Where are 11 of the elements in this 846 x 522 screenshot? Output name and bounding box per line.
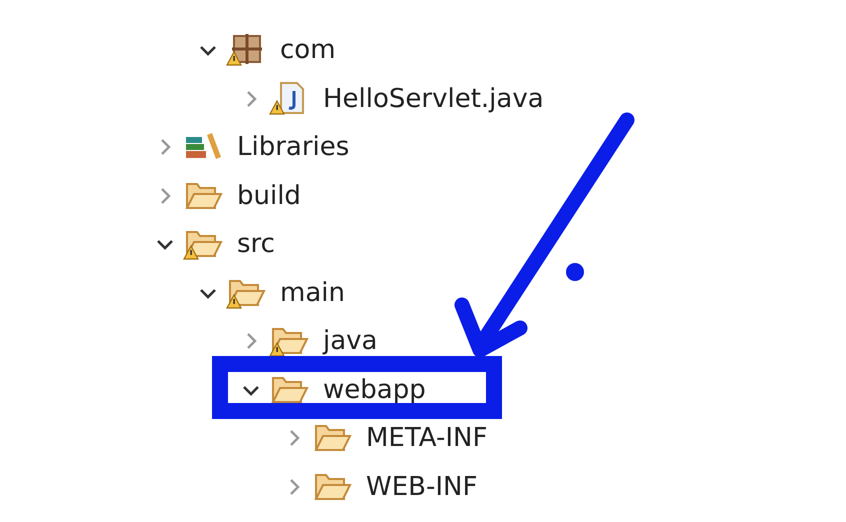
tree-item-label[interactable]: build bbox=[237, 182, 301, 209]
annotation-dot bbox=[566, 263, 584, 281]
tree-item-label[interactable]: WEB-INF bbox=[366, 474, 478, 500]
tree-item-label[interactable]: Libraries bbox=[237, 134, 350, 160]
tree-item-label[interactable]: HelloServlet.java bbox=[323, 86, 544, 112]
tree-item-label[interactable]: java bbox=[323, 328, 378, 354]
tree-item-label[interactable]: src bbox=[237, 231, 275, 258]
tree-item-label[interactable]: com bbox=[280, 37, 336, 64]
tree-item-label[interactable]: webapp bbox=[323, 376, 426, 403]
tree-item-label[interactable]: META-INF bbox=[366, 425, 488, 452]
tree-item-label[interactable]: main bbox=[280, 280, 345, 306]
